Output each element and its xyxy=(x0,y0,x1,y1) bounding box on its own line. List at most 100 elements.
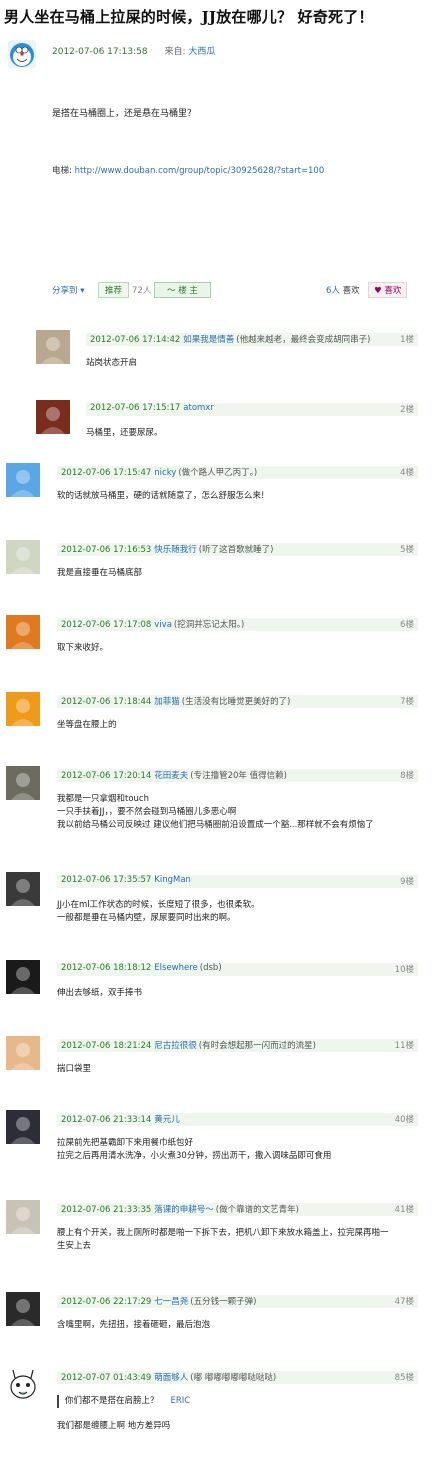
reply-signature: (挖洞并忘记太阳。) xyxy=(173,620,245,630)
user-avatar-icon xyxy=(11,1117,35,1144)
user-avatar-icon xyxy=(11,967,35,994)
post-link-line: 电梯: http://www.douban.com/group/topic/30… xyxy=(52,164,324,176)
avatar[interactable] xyxy=(6,766,40,800)
avatar[interactable] xyxy=(6,1292,40,1326)
avatar[interactable] xyxy=(6,1368,40,1402)
avatar[interactable] xyxy=(6,463,40,497)
reply-line: 腰上有个开关，我上厕所时都是啪一下拆下去，把机八卸下来放水箱盖上，拉完屎再啪一 xyxy=(57,1228,389,1238)
reply-time: 2012-07-06 17:16:53 xyxy=(61,545,152,555)
reply-username-link[interactable]: atomxr xyxy=(183,403,214,413)
avatar[interactable] xyxy=(6,872,40,906)
reply-username-link[interactable]: 快乐随我行 xyxy=(154,545,197,555)
floor-number: 11楼 xyxy=(394,1041,414,1051)
like-button[interactable]: ♥ 喜欢 xyxy=(368,282,408,298)
avatar[interactable] xyxy=(6,1036,40,1070)
reply-line: 软的话就放马桶里，硬的话就随意了，怎么舒服怎么来! xyxy=(57,491,265,501)
avatar[interactable] xyxy=(6,960,40,994)
avatar[interactable] xyxy=(6,692,40,726)
reply-body: 软的话就放马桶里，硬的话就随意了，怎么舒服怎么来! xyxy=(57,490,264,503)
user-avatar-icon xyxy=(11,879,35,906)
quote-user-link[interactable]: ERIC xyxy=(171,1396,191,1406)
user-avatar-icon xyxy=(11,699,35,726)
avatar[interactable] xyxy=(6,1110,40,1144)
reply-line: 生安上去 xyxy=(57,1241,92,1251)
reply-username-link[interactable]: 加菲猫 xyxy=(154,697,180,707)
reply-line: 含嘴里啊，先扭扭，接着砸砸，最后泡泡 xyxy=(57,1320,211,1330)
avatar[interactable] xyxy=(6,615,40,649)
reply-line: 坐等盘在腰上的 xyxy=(57,720,117,730)
floor-number: 9楼 xyxy=(400,877,414,887)
link-label: 电梯: xyxy=(52,166,72,176)
reply-line: 我是直接垂在马桶底部 xyxy=(57,568,143,578)
floor-number: 7楼 xyxy=(400,697,414,707)
cartoon-avatar-icon xyxy=(10,1369,36,1399)
reply-time: 2012-07-06 18:18:12 xyxy=(61,963,152,973)
floor-number: 47楼 xyxy=(394,1297,414,1307)
reply-username-link[interactable]: 黄元儿 xyxy=(154,1115,180,1125)
avatar[interactable] xyxy=(36,400,70,434)
reply-body: 你们都不是搭在肩膀上？ ERIC 我们都是缠腰上啊 地方差异吗 xyxy=(57,1395,190,1433)
from-label: 来自: xyxy=(164,47,186,57)
quoted-reply: 你们都不是搭在肩膀上？ ERIC xyxy=(57,1395,190,1408)
reply-username-link[interactable]: Elsewhere xyxy=(154,963,198,973)
reply-signature: (听了这首歌就睡了) xyxy=(198,545,274,555)
reply-signature: (专注撸管20年 值得信赖) xyxy=(190,771,287,781)
floor-number: 10楼 xyxy=(394,965,414,975)
avatar[interactable] xyxy=(6,540,40,574)
reply-signature: (生活没有比睡觉更美好的了) xyxy=(181,697,291,707)
post-actions: 分享到 ▾ 推荐 72人 ～ 楼 主 6人 喜欢 ♥ 喜欢 xyxy=(52,282,420,298)
reply-line: 我以前给马桶公司反映过 建议他们把马桶圈前沿设置成一个豁...那样就不会有烦恼了 xyxy=(57,820,374,830)
reply-line: 我都是一只拿烟和touch xyxy=(57,794,149,804)
reply-header: 2012-07-06 18:21:24 尼古拉很很 (有时会想起那一闪而过的流星) 1… xyxy=(57,1039,418,1052)
likes-label: 喜欢 xyxy=(342,286,360,296)
doraemon-icon xyxy=(8,40,36,68)
reply-header: 2012-07-06 17:20:14 花田麦夫 (专注撸管20年 值得信赖) 8楼 xyxy=(57,769,418,782)
reply-line: 一般都是垂在马桶内壁，尿尿要同时出来的啊。 xyxy=(57,913,236,923)
reply-body: 取下来收好。 xyxy=(57,642,108,655)
reply-header: 2012-07-06 17:15:47 nicky (做个路人甲乙丙丁。) 4楼 xyxy=(57,466,418,479)
share-menu[interactable]: 分享到 ▾ xyxy=(52,284,84,296)
recommend-count: 72人 xyxy=(132,286,152,296)
reply-username-link[interactable]: 落课的申耕号～ xyxy=(154,1205,214,1215)
user-avatar-icon xyxy=(11,1207,35,1234)
reply-line: 拉完之后再用清水洗净，小火煮30分钟，捞出沥干，撒入调味品即可食用 xyxy=(57,1151,332,1161)
reply-username-link[interactable]: 尼古拉很很 xyxy=(154,1041,197,1051)
topic-link[interactable]: http://www.douban.com/group/topic/309256… xyxy=(75,166,325,176)
op-only-button[interactable]: ～ 楼 主 xyxy=(154,282,211,298)
user-avatar-icon xyxy=(41,407,65,434)
reply-line: JJ小在ml工作状态的时候，长度短了很多，也很柔软。 xyxy=(57,900,260,910)
reply-time: 2012-07-06 17:15:47 xyxy=(61,468,152,478)
avatar[interactable] xyxy=(36,330,70,364)
reply-header: 2012-07-06 17:16:53 快乐随我行 (听了这首歌就睡了) 5楼 xyxy=(57,543,418,556)
reply-body: JJ小在ml工作状态的时候，长度短了很多，也很柔软。 一般都是垂在马桶内壁，尿尿要… xyxy=(57,899,260,925)
floor-number: 5楼 xyxy=(400,545,414,555)
reply-username-link[interactable]: KingMan xyxy=(154,875,191,885)
reply-line: 取下来收好。 xyxy=(57,643,109,653)
reply-username-link[interactable]: 萌面够人 xyxy=(154,1373,188,1383)
floor-number: 1楼 xyxy=(400,335,414,345)
reply-username-link[interactable]: 如果我是情善 xyxy=(183,335,234,345)
reply-username-link[interactable]: viva xyxy=(154,620,172,630)
reply-line: 拉屎前先把基霸卸下来用餐巾纸包好 xyxy=(57,1138,194,1148)
reply-username-link[interactable]: 七一昌尧 xyxy=(154,1297,188,1307)
reply-body: 含嘴里啊，先扭扭，接着砸砸，最后泡泡 xyxy=(57,1319,210,1332)
reply-header: 2012-07-06 21:33:14 黄元儿 40楼 xyxy=(57,1113,418,1126)
reply-time: 2012-07-06 21:33:14 xyxy=(61,1115,152,1125)
likes-count: 6人 喜欢 xyxy=(326,284,360,296)
floor-number: 2楼 xyxy=(400,405,414,415)
reply-line: 马桶里，还要尿尿。 xyxy=(86,428,163,438)
recommend-button[interactable]: 推荐 xyxy=(98,282,130,298)
reply-time: 2012-07-06 17:14:42 xyxy=(90,335,181,345)
avatar[interactable] xyxy=(6,1200,40,1234)
reply-signature: (做个路人甲乙丙丁。) xyxy=(178,468,258,478)
floor-number: 4楼 xyxy=(400,468,414,478)
floor-number: 8楼 xyxy=(400,771,414,781)
post-time: 2012-07-06 17:13:58 xyxy=(52,47,148,57)
likes-count-link[interactable]: 6人 xyxy=(326,286,340,296)
reply-header: 2012-07-06 21:33:35 落课的申耕号～ (做个靠谱的文艺青年) 41楼 xyxy=(57,1203,418,1216)
reply-body: 我都是一只拿烟和touch 一只手扶着JJ，，要不然会碰到马桶圈儿多恶心啊 我以前给… xyxy=(57,793,374,832)
reply-username-link[interactable]: 花田麦夫 xyxy=(154,771,188,781)
reply-username-link[interactable]: nicky xyxy=(154,468,176,478)
avatar[interactable] xyxy=(8,40,36,68)
author-link[interactable]: 大西瓜 xyxy=(188,47,215,57)
